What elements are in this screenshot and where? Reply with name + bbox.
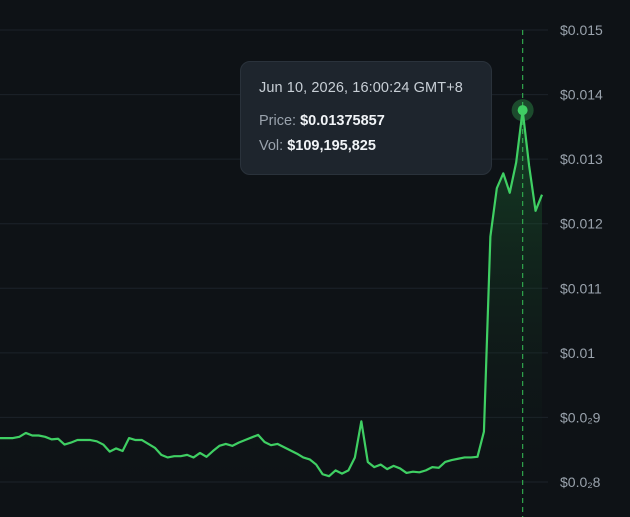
tooltip-price-row: Price: $0.01375857 bbox=[259, 113, 473, 129]
y-tick-label: $0.011 bbox=[560, 280, 602, 296]
tooltip-vol-value: $109,195,825 bbox=[287, 138, 376, 154]
y-tick-label: $0.013 bbox=[560, 151, 603, 167]
y-tick-label: $0.0₂8 bbox=[560, 474, 601, 490]
y-tick-label: $0.0₂9 bbox=[560, 409, 601, 425]
hover-point[interactable] bbox=[517, 105, 528, 116]
price-tooltip: Jun 10, 2026, 16:00:24 GMT+8 Price: $0.0… bbox=[240, 61, 492, 175]
y-axis: $0.015 $0.014 $0.013 $0.012 $0.011 $0.01 $0.0₂… bbox=[560, 22, 603, 490]
tooltip-price-label: Price: bbox=[259, 113, 297, 129]
y-tick-label: $0.01 bbox=[560, 345, 595, 361]
tooltip-date: Jun 10, 2026, 16:00:24 GMT+8 bbox=[259, 80, 463, 96]
y-tick-label: $0.014 bbox=[560, 87, 603, 103]
y-tick-label: $0.015 bbox=[560, 22, 603, 38]
tooltip-vol-label: Vol: bbox=[259, 138, 284, 154]
price-chart[interactable]: $0.015 $0.014 $0.013 $0.012 $0.011 $0.01 $0.0₂… bbox=[0, 0, 630, 517]
tooltip-price-value: $0.01375857 bbox=[300, 113, 385, 129]
tooltip-vol-row: Vol: $109,195,825 bbox=[259, 138, 473, 154]
y-tick-label: $0.012 bbox=[560, 216, 603, 232]
